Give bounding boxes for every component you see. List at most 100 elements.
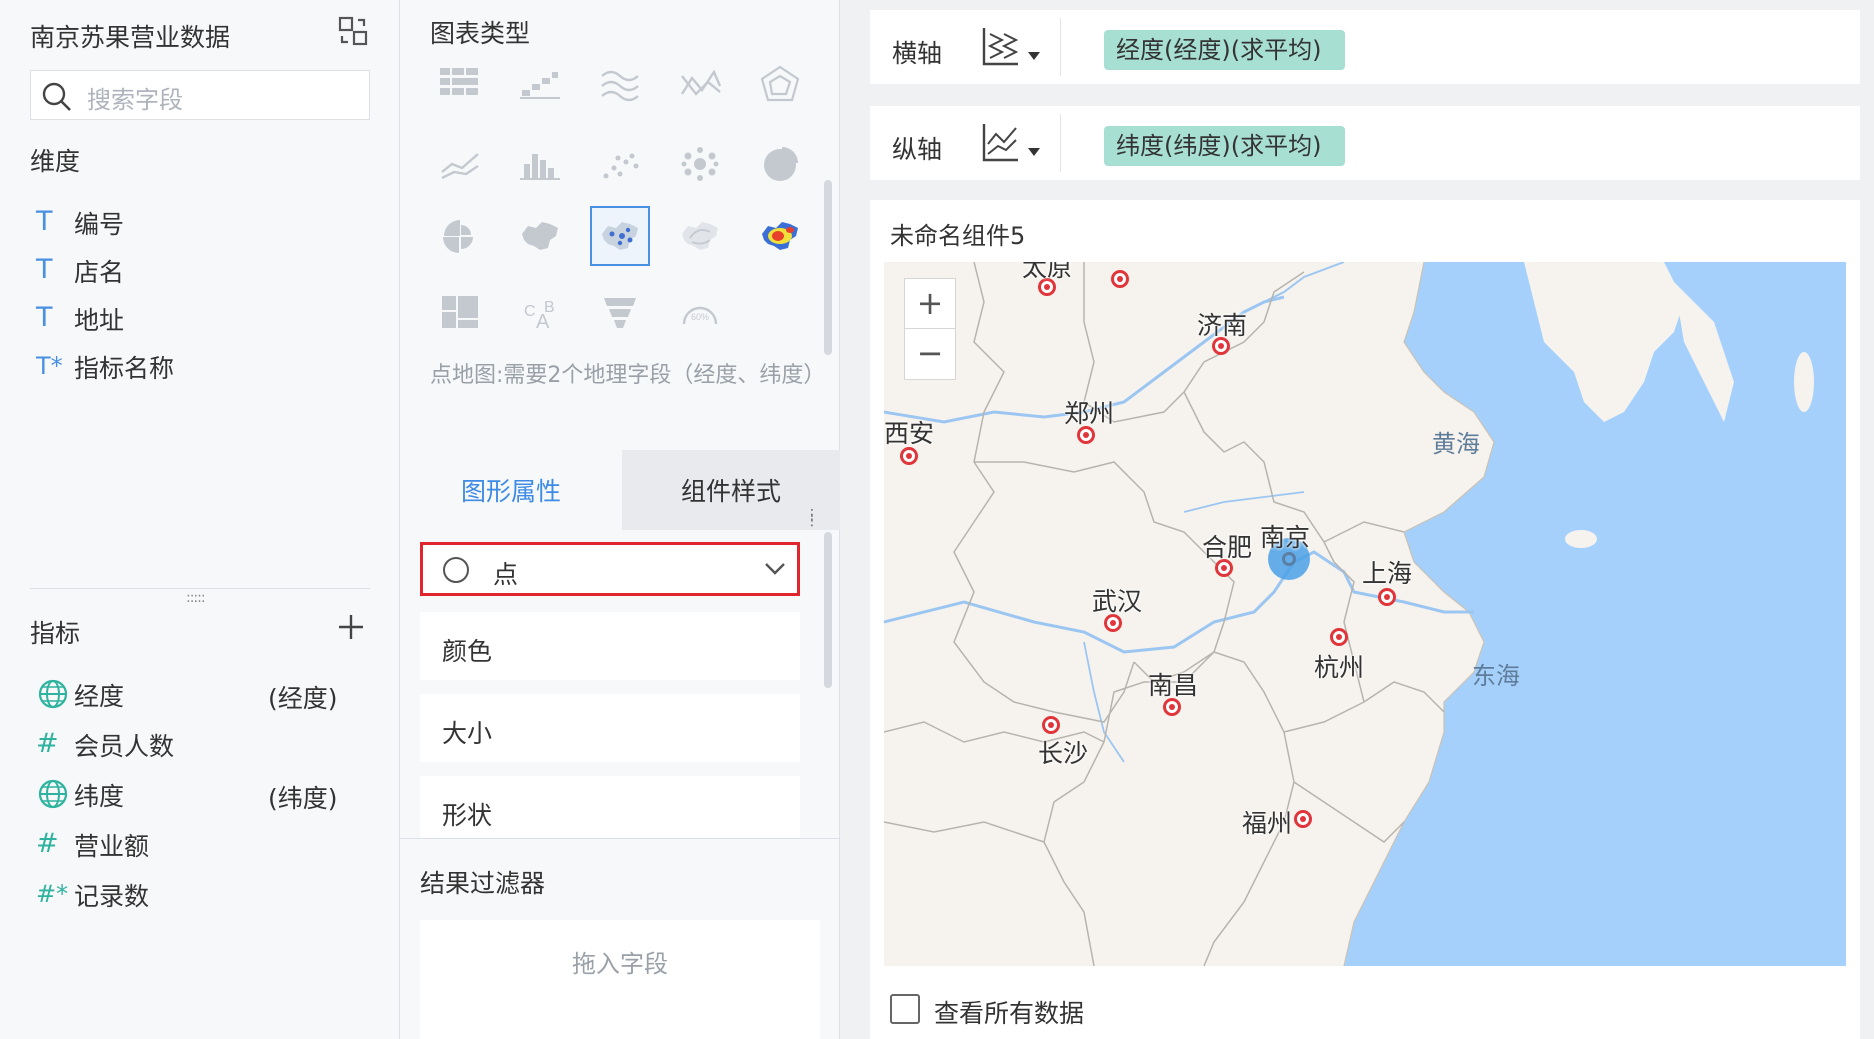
caret-down-icon[interactable] [1028,52,1040,60]
y-axis-label: 纵轴 [892,135,943,164]
region-map-icon[interactable] [510,206,570,266]
chevron-down-icon [765,563,785,575]
dataset-title: 南京苏果营业数据 [30,23,231,52]
city-marker [1378,588,1396,606]
gauge-icon[interactable]: 60% [670,282,730,342]
number-field-icon: # [36,728,59,759]
city-label: 南京 [1260,523,1311,552]
widget-title[interactable]: 未命名组件5 [890,216,1025,251]
bar-step-icon[interactable] [510,54,570,114]
city-label: 福州 [1242,809,1293,838]
bubble-icon[interactable] [670,134,730,194]
text-field-icon: T [36,206,53,237]
city-label: 太原 [1022,262,1073,282]
divider [400,838,840,839]
bar-chart-icon[interactable] [510,134,570,194]
circle-shape-icon [443,557,469,583]
x-axis-row: 横轴 经度(经度)(求平均) [870,10,1860,84]
field-label: 编号 [74,210,125,239]
field-label: 指标名称 [74,354,175,383]
line-mixed-icon[interactable] [670,54,730,114]
measures-title: 指标 [30,619,81,648]
panel-splitter [30,588,370,589]
line-chart-icon[interactable] [430,134,490,194]
flow-map-icon[interactable] [670,206,730,266]
heat-map-icon[interactable] [750,206,810,266]
zoom-in-button[interactable]: + [904,278,956,330]
switch-dataset-icon[interactable] [336,14,370,48]
attr-size[interactable]: 大小 [420,694,800,762]
point-map-icon[interactable] [590,206,650,266]
funnel-icon[interactable] [590,282,650,342]
drop-zone-hint: 拖入字段 [572,950,668,978]
globe-icon [38,679,68,709]
city-marker [1294,810,1312,828]
add-icon[interactable] [336,612,366,642]
scatter-icon[interactable] [590,134,650,194]
city-label: 杭州 [1314,653,1365,682]
caret-down-icon[interactable] [1028,148,1040,156]
attribute-scrollbar[interactable] [824,532,832,688]
city-label: 武汉 [1092,587,1143,616]
tab-graphic-properties[interactable]: 图形属性 [400,450,622,530]
field-label: 会员人数 [74,732,175,761]
x-axis-field-pill[interactable]: 经度(经度)(求平均) [1104,30,1346,70]
text-calculated-field-icon: T* [36,352,63,380]
pie-chart-icon[interactable] [750,134,810,194]
city-label: 长沙 [1038,739,1089,768]
city-label: 西安 [884,419,935,448]
view-all-data-label: 查看所有数据 [934,999,1085,1028]
x-axis-label: 横轴 [892,39,943,68]
text-field-icon: T [36,254,53,285]
field-label: 店名 [74,258,125,287]
text-field-icon: T [36,302,53,333]
globe-icon [38,779,68,809]
radar-icon[interactable] [750,54,810,114]
attr-color-label: 颜色 [442,637,493,666]
chart-widget: 未命名组件5 + − 太原 济南 郑州 西安 合肥 南京 上海 武汉 杭州 南昌… [870,200,1860,1039]
result-filter-title: 结果过滤器 [420,869,546,898]
city-label: 上海 [1362,559,1413,588]
city-label: 南昌 [1148,671,1199,700]
view-all-data-checkbox[interactable]: 查看所有数据 [890,990,1290,1030]
area-stack-icon[interactable] [590,54,650,114]
city-marker [1111,270,1129,288]
attribute-tabs: 图形属性 组件样式 [400,450,840,530]
splitter-drag-handle[interactable]: ::::: [186,590,206,606]
point-map[interactable]: + − 太原 济南 郑州 西安 合肥 南京 上海 武汉 杭州 南昌 长沙 福州 … [884,262,1846,966]
chart-type-scrollbar[interactable] [824,180,832,355]
sea-label: 黄海 [1432,430,1480,458]
svg-text:C: C [524,303,536,320]
dimensions-title: 维度 [30,147,81,176]
field-geo-role: (纬度) [268,784,338,813]
city-marker [1042,716,1060,734]
attr-color[interactable]: 颜色 [420,612,800,680]
attr-shape[interactable]: 形状 [420,776,800,838]
filter-drop-zone[interactable]: 拖入字段 [420,920,820,1039]
sea-label: 东海 [1472,662,1520,690]
search-field[interactable]: 搜索字段 [30,70,370,120]
field-label: 经度 [74,682,125,711]
axis-sort-icon[interactable] [978,24,1022,68]
field-label: 营业额 [74,832,150,861]
attr-shape-label: 形状 [442,801,493,830]
panel-drag-handle[interactable]: ⋮ ⋮ [805,508,819,528]
city-label: 郑州 [1064,399,1115,428]
checkbox[interactable] [890,994,920,1024]
divider [1060,18,1061,76]
gauge-icon-label: 60% [691,312,709,322]
field-label: 纬度 [74,782,125,811]
mark-type-select[interactable]: 点 [420,542,800,596]
svg-text:B: B [544,299,555,316]
grouped-table-icon[interactable] [430,54,490,114]
word-cloud-icon[interactable]: CAB [510,282,570,342]
city-label: 济南 [1197,311,1248,340]
treemap-icon[interactable] [430,282,490,342]
rose-chart-icon[interactable] [430,206,490,266]
field-geo-role: (经度) [268,684,338,713]
zoom-out-button[interactable]: − [904,328,956,380]
axis-line-icon[interactable] [978,120,1022,164]
city-label: 合肥 [1202,533,1253,562]
y-axis-field-pill[interactable]: 纬度(纬度)(求平均) [1104,126,1346,166]
field-panel: 南京苏果营业数据 搜索字段 维度 T 编号 T 店名 T 地址 T* 指标名称 … [0,0,400,1039]
